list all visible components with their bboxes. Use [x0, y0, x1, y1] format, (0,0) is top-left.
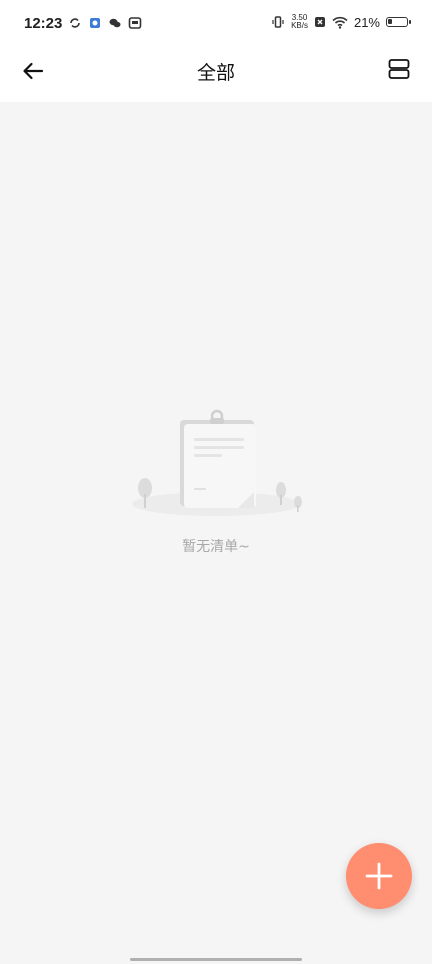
home-indicator[interactable] [130, 958, 302, 961]
status-time: 12:23 [24, 15, 63, 32]
message-icon [128, 17, 142, 29]
wechat-icon [109, 18, 121, 28]
page-title: 全部 [196, 62, 235, 84]
battery-fill [388, 19, 392, 24]
net-speed-unit: KB/s [291, 21, 308, 30]
top-navigation-bar: 全部 [0, 50, 432, 102]
network-speed: 3.50 KB/s [291, 14, 308, 30]
sim-disabled-icon [314, 17, 325, 27]
wifi-icon [332, 16, 348, 29]
app-notification-icon [90, 18, 100, 28]
notification-icons [68, 16, 142, 30]
status-bar: 12:23 3.50 KB/s 21% [0, 0, 432, 50]
battery-icon [386, 17, 411, 27]
add-list-button[interactable] [346, 843, 412, 909]
battery-percent: 21% [353, 14, 380, 30]
empty-clipboard-illustration [132, 409, 302, 516]
layout-toggle-button[interactable] [384, 54, 414, 84]
plus-icon [365, 862, 393, 890]
status-right: 3.50 KB/s 21% [271, 14, 411, 30]
sync-icon [70, 18, 80, 28]
empty-message: 暂无清单~ [182, 539, 250, 555]
vibrate-icon [272, 16, 284, 28]
empty-state: 暂无清单~ [0, 408, 432, 568]
list-layout-icon [388, 59, 410, 79]
